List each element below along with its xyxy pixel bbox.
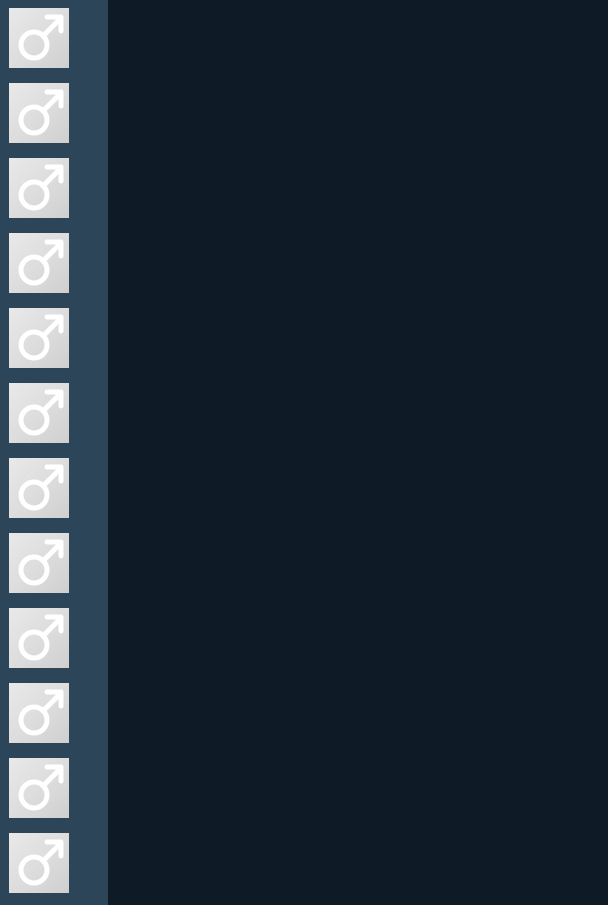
result-item: selling 2 maxed elite donator spawnpk . … xyxy=(0,750,608,825)
result-item: selling maxed and donor elkoy account cl… xyxy=(0,450,608,525)
avatar[interactable] xyxy=(9,383,69,443)
avatar[interactable] xyxy=(9,8,69,68)
male-symbol-icon xyxy=(18,314,64,361)
result-item: selling maxed acc with infernal cape. ru… xyxy=(0,150,608,225)
male-symbol-icon xyxy=(18,89,64,136)
result-item: selling runex donor supreme mode acc max… xyxy=(0,75,608,150)
result-item: selling 2 maxed elite donator spawnpk up… xyxy=(0,525,608,600)
avatar[interactable] xyxy=(9,233,69,293)
avatar[interactable] xyxy=(9,458,69,518)
avatar[interactable] xyxy=(9,533,69,593)
avatar[interactable] xyxy=(9,83,69,143)
result-item: selling maxed acc with infernal cape. ru… xyxy=(0,375,608,450)
avatar[interactable] xyxy=(9,308,69,368)
male-symbol-icon xyxy=(18,239,64,286)
avatar[interactable] xyxy=(9,683,69,743)
avatar[interactable] xyxy=(9,608,69,668)
male-symbol-icon xyxy=(18,539,64,586)
result-item: selling 2 maxed elite donator spawnpk bu… xyxy=(0,300,608,375)
search-results-list: selling maxed acc with infernal cape. ru… xyxy=(0,0,608,900)
male-symbol-icon xyxy=(18,464,64,511)
male-symbol-icon xyxy=(18,614,64,661)
male-symbol-icon xyxy=(18,839,64,886)
male-symbol-icon xyxy=(18,14,64,61)
result-item: selling maxed and donor elkoy account up… xyxy=(0,825,608,900)
male-symbol-icon xyxy=(18,689,64,736)
male-symbol-icon xyxy=(18,389,64,436)
result-item: selling maxed acc with infernal cape. ru… xyxy=(0,0,608,75)
male-symbol-icon xyxy=(18,764,64,811)
avatar[interactable] xyxy=(9,158,69,218)
male-symbol-icon xyxy=(18,164,64,211)
result-item: selling 2 maxed elite donator spawnpk bu… xyxy=(0,225,608,300)
avatar[interactable] xyxy=(9,758,69,818)
result-item: selling maxed acc with infernal cape. ru… xyxy=(0,600,608,675)
avatar[interactable] xyxy=(9,833,69,893)
result-item: selling maxed and donor elkoy account up… xyxy=(0,675,608,750)
